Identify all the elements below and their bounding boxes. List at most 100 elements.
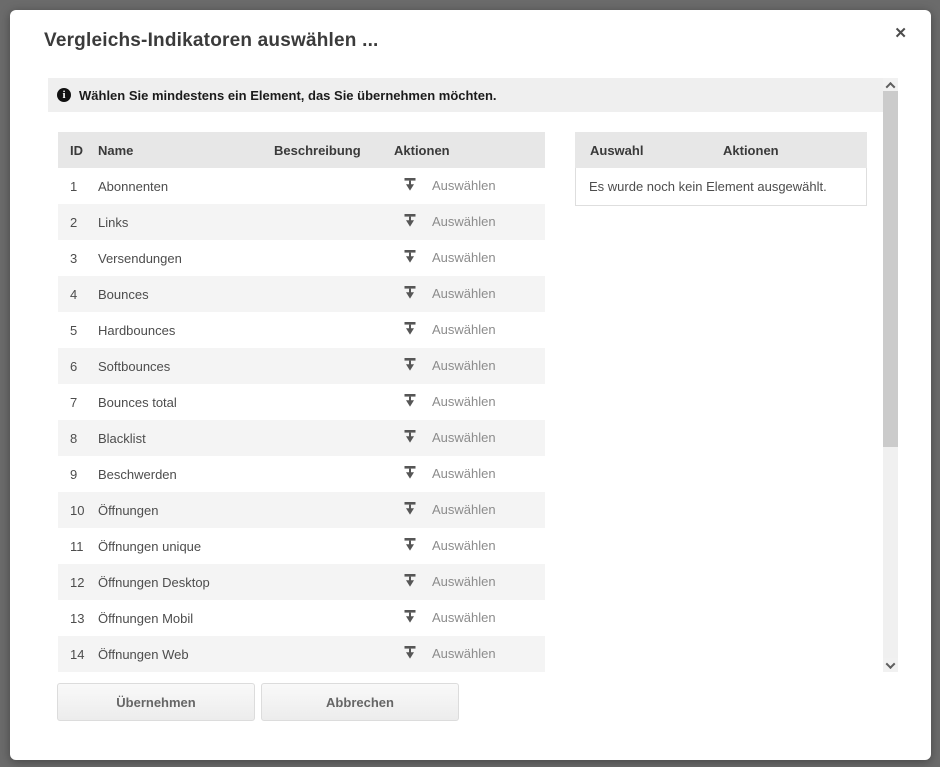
row-description bbox=[274, 564, 394, 600]
select-down-arrow-icon[interactable] bbox=[404, 466, 416, 482]
selection-empty-message: Es wurde noch kein Element ausgewählt. bbox=[575, 168, 867, 206]
row-actions: Auswählen bbox=[394, 276, 545, 312]
table-row: 2 Links Auswählen bbox=[58, 204, 545, 240]
row-name: Hardbounces bbox=[98, 312, 274, 348]
header-id: ID bbox=[58, 132, 98, 168]
select-link[interactable]: Auswählen bbox=[432, 502, 496, 517]
row-name: Blacklist bbox=[98, 420, 274, 456]
select-link[interactable]: Auswählen bbox=[432, 250, 496, 265]
select-down-arrow-icon[interactable] bbox=[404, 322, 416, 338]
table-row: 4 Bounces Auswählen bbox=[58, 276, 545, 312]
vertical-scrollbar[interactable] bbox=[883, 78, 898, 672]
row-actions: Auswählen bbox=[394, 420, 545, 456]
row-actions: Auswählen bbox=[394, 312, 545, 348]
select-down-arrow-icon[interactable] bbox=[404, 646, 416, 662]
row-name: Öffnungen bbox=[98, 492, 274, 528]
select-indicators-dialog: Vergleichs-Indikatoren auswählen ... ✕ i… bbox=[10, 10, 931, 760]
table-row: 10 Öffnungen Auswählen bbox=[58, 492, 545, 528]
table-row: 5 Hardbounces Auswählen bbox=[58, 312, 545, 348]
row-id: 10 bbox=[58, 492, 98, 528]
select-link[interactable]: Auswählen bbox=[432, 214, 496, 229]
scrollbar-down-icon[interactable] bbox=[883, 658, 898, 672]
row-name: Versendungen bbox=[98, 240, 274, 276]
dialog-title: Vergleichs-Indikatoren auswählen ... bbox=[44, 30, 379, 52]
row-id: 8 bbox=[58, 420, 98, 456]
header-selection-actions: Aktionen bbox=[723, 143, 867, 158]
row-name: Öffnungen Web bbox=[98, 636, 274, 672]
row-actions: Auswählen bbox=[394, 168, 545, 204]
row-id: 12 bbox=[58, 564, 98, 600]
select-down-arrow-icon[interactable] bbox=[404, 430, 416, 446]
row-description bbox=[274, 528, 394, 564]
table-row: 1 Abonnenten Auswählen bbox=[58, 168, 545, 204]
select-link[interactable]: Auswählen bbox=[432, 322, 496, 337]
row-description bbox=[274, 384, 394, 420]
row-description bbox=[274, 240, 394, 276]
select-down-arrow-icon[interactable] bbox=[404, 394, 416, 410]
select-down-arrow-icon[interactable] bbox=[404, 574, 416, 590]
selection-table-header: Auswahl Aktionen bbox=[575, 132, 867, 168]
row-description bbox=[274, 600, 394, 636]
row-actions: Auswählen bbox=[394, 492, 545, 528]
row-id: 13 bbox=[58, 600, 98, 636]
header-selection: Auswahl bbox=[575, 143, 723, 158]
indicators-table-header: ID Name Beschreibung Aktionen bbox=[58, 132, 545, 168]
select-link[interactable]: Auswählen bbox=[432, 430, 496, 445]
select-link[interactable]: Auswählen bbox=[432, 538, 496, 553]
scrollbar-thumb[interactable] bbox=[883, 91, 898, 447]
row-name: Links bbox=[98, 204, 274, 240]
row-actions: Auswählen bbox=[394, 240, 545, 276]
header-description: Beschreibung bbox=[274, 132, 394, 168]
row-id: 7 bbox=[58, 384, 98, 420]
select-down-arrow-icon[interactable] bbox=[404, 214, 416, 230]
row-name: Beschwerden bbox=[98, 456, 274, 492]
select-down-arrow-icon[interactable] bbox=[404, 502, 416, 518]
row-actions: Auswählen bbox=[394, 456, 545, 492]
cancel-button[interactable]: Abbrechen bbox=[261, 683, 459, 721]
select-down-arrow-icon[interactable] bbox=[404, 286, 416, 302]
row-description bbox=[274, 204, 394, 240]
select-link[interactable]: Auswählen bbox=[432, 466, 496, 481]
table-row: 6 Softbounces Auswählen bbox=[58, 348, 545, 384]
table-row: 12 Öffnungen Desktop Auswählen bbox=[58, 564, 545, 600]
dialog-scroll-content: i Wählen Sie mindestens ein Element, das… bbox=[48, 78, 883, 672]
row-actions: Auswählen bbox=[394, 204, 545, 240]
header-actions: Aktionen bbox=[394, 132, 545, 168]
header-name: Name bbox=[98, 132, 274, 168]
row-actions: Auswählen bbox=[394, 528, 545, 564]
scrollbar-up-icon[interactable] bbox=[883, 78, 898, 92]
table-row: 9 Beschwerden Auswählen bbox=[58, 456, 545, 492]
row-description bbox=[274, 276, 394, 312]
row-description bbox=[274, 348, 394, 384]
dialog-footer: Übernehmen Abbrechen bbox=[57, 683, 459, 721]
select-link[interactable]: Auswählen bbox=[432, 286, 496, 301]
row-description bbox=[274, 312, 394, 348]
row-actions: Auswählen bbox=[394, 636, 545, 672]
apply-button[interactable]: Übernehmen bbox=[57, 683, 255, 721]
table-row: 14 Öffnungen Web Auswählen bbox=[58, 636, 545, 672]
select-link[interactable]: Auswählen bbox=[432, 610, 496, 625]
select-down-arrow-icon[interactable] bbox=[404, 178, 416, 194]
select-down-arrow-icon[interactable] bbox=[404, 358, 416, 374]
row-name: Öffnungen unique bbox=[98, 528, 274, 564]
select-down-arrow-icon[interactable] bbox=[404, 610, 416, 626]
select-link[interactable]: Auswählen bbox=[432, 646, 496, 661]
table-row: 13 Öffnungen Mobil Auswählen bbox=[58, 600, 545, 636]
row-actions: Auswählen bbox=[394, 348, 545, 384]
select-link[interactable]: Auswählen bbox=[432, 358, 496, 373]
close-icon[interactable]: ✕ bbox=[890, 22, 911, 45]
row-name: Softbounces bbox=[98, 348, 274, 384]
table-row: 8 Blacklist Auswählen bbox=[58, 420, 545, 456]
select-down-arrow-icon[interactable] bbox=[404, 538, 416, 554]
row-actions: Auswählen bbox=[394, 600, 545, 636]
select-down-arrow-icon[interactable] bbox=[404, 250, 416, 266]
select-link[interactable]: Auswählen bbox=[432, 574, 496, 589]
selection-panel: Auswahl Aktionen Es wurde noch kein Elem… bbox=[575, 132, 867, 206]
row-name: Öffnungen Mobil bbox=[98, 600, 274, 636]
row-id: 3 bbox=[58, 240, 98, 276]
select-link[interactable]: Auswählen bbox=[432, 178, 496, 193]
row-description bbox=[274, 636, 394, 672]
info-icon: i bbox=[57, 88, 71, 102]
table-row: 7 Bounces total Auswählen bbox=[58, 384, 545, 420]
select-link[interactable]: Auswählen bbox=[432, 394, 496, 409]
